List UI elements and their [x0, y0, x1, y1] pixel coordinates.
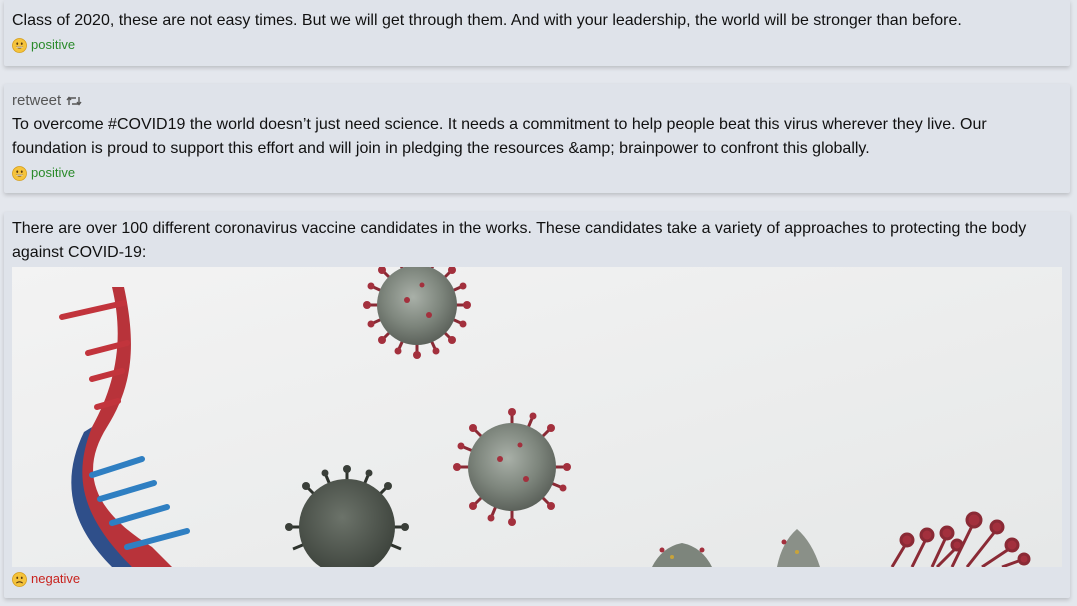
grinning-face-icon — [12, 165, 27, 181]
sentiment-label: positive — [31, 37, 76, 52]
sentiment-label: positive — [31, 165, 76, 180]
tweet-media-image[interactable] — [12, 267, 1062, 567]
slightly-frowning-face-icon — [12, 571, 27, 587]
tweet-text: There are over 100 different coronavirus… — [12, 220, 1027, 261]
retweet-icon — [66, 95, 82, 107]
sentiment-label: negative — [31, 571, 81, 586]
tweet-card: Class of 2020, these are not easy times.… — [4, 0, 1070, 66]
tweet-text: Class of 2020, these are not easy times.… — [12, 12, 962, 29]
sentiment-badge: negative — [12, 569, 1062, 589]
tweet-feed: Class of 2020, these are not easy times.… — [0, 0, 1077, 606]
retweet-label: retweet — [12, 92, 62, 109]
sentiment-badge: positive — [12, 163, 1062, 183]
grinning-face-icon — [12, 37, 27, 53]
virus-graphic — [453, 408, 571, 526]
sentiment-badge: positive — [12, 35, 1062, 55]
tweet-card: retweet To overcome #COVID19 the world d… — [4, 84, 1070, 193]
tweet-text: To overcome #COVID19 the world doesn’t j… — [12, 116, 987, 157]
tweet-card: There are over 100 different coronavirus… — [4, 212, 1070, 598]
retweet-indicator: retweet — [12, 84, 1062, 113]
